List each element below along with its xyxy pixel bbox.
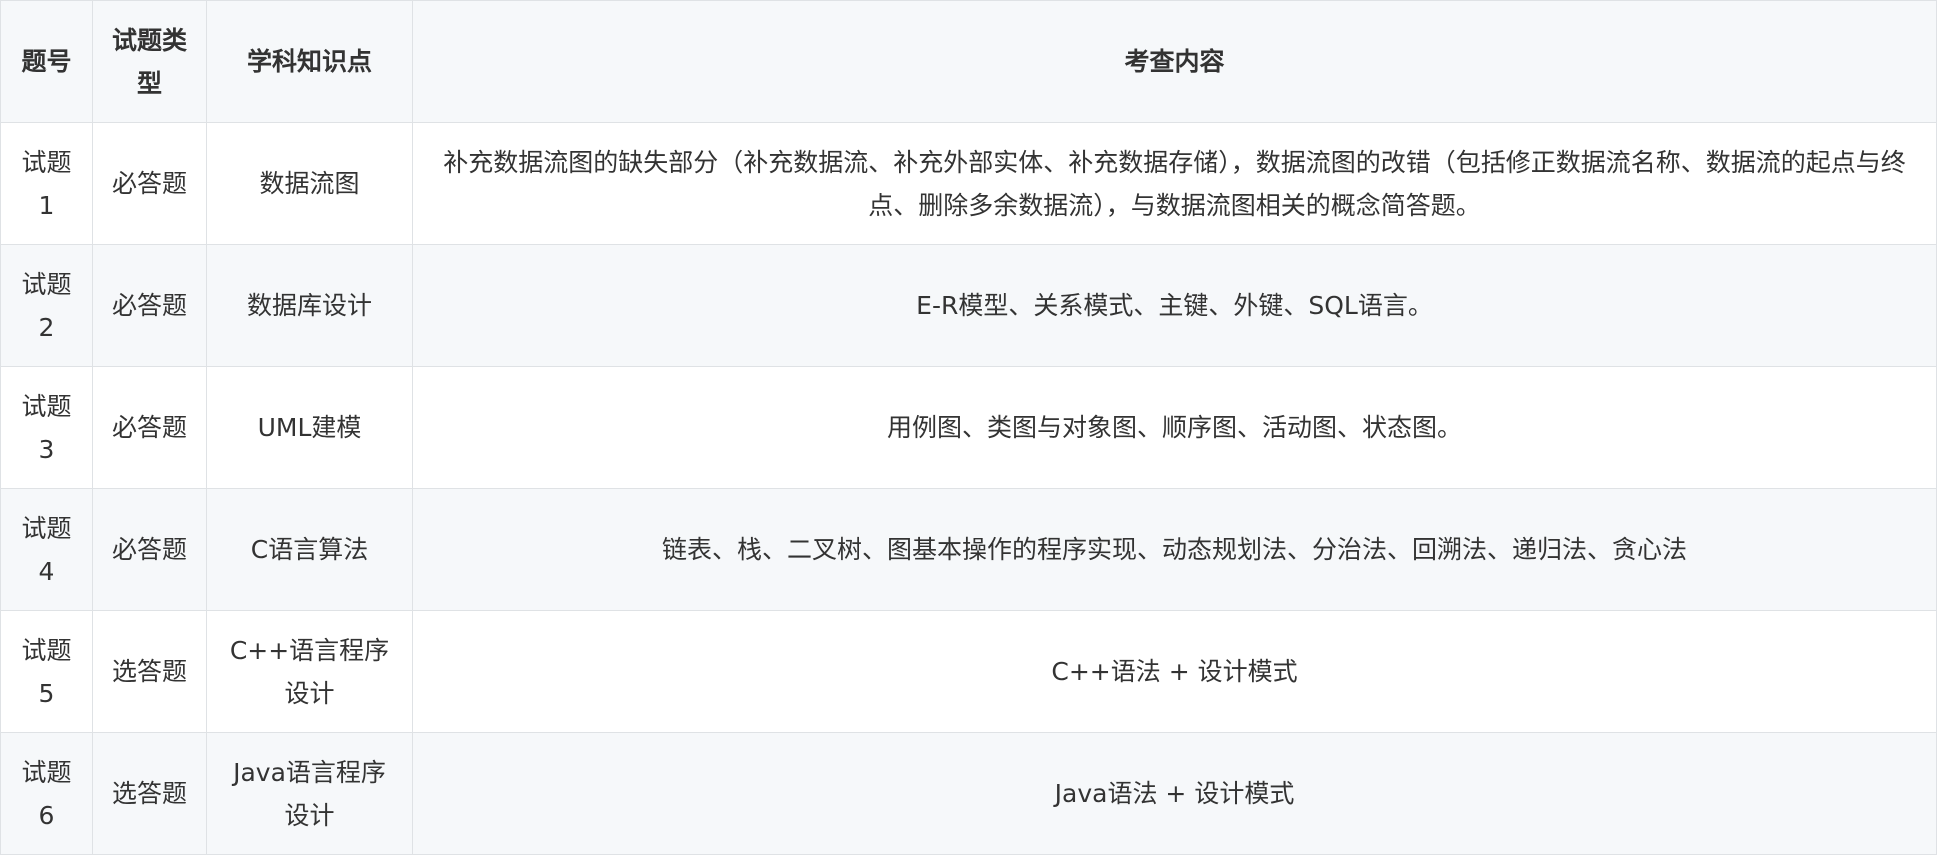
cell-knowledge-point: UML建模 xyxy=(206,366,413,489)
cell-question-type: 选答题 xyxy=(92,732,207,855)
page: 题号 试题类型 学科知识点 考查内容 试题1 必答题 数据流图 补充数据流图的缺… xyxy=(0,0,1938,858)
cell-exam-content: Java语法 + 设计模式 xyxy=(412,732,1937,855)
table-body: 试题1 必答题 数据流图 补充数据流图的缺失部分（补充数据流、补充外部实体、补充… xyxy=(0,122,1937,855)
cell-exam-content: 链表、栈、二叉树、图基本操作的程序实现、动态规划法、分治法、回溯法、递归法、贪心… xyxy=(412,488,1937,611)
header-knowledge-point: 学科知识点 xyxy=(206,0,413,123)
table-row: 试题2 必答题 数据库设计 E-R模型、关系模式、主键、外键、SQL语言。 xyxy=(0,244,1937,367)
cell-question-number: 试题3 xyxy=(0,366,93,489)
cell-question-type: 必答题 xyxy=(92,244,207,367)
header-question-number: 题号 xyxy=(0,0,93,123)
header-question-type: 试题类型 xyxy=(92,0,207,123)
cell-question-number: 试题5 xyxy=(0,610,93,733)
cell-knowledge-point: Java语言程序设计 xyxy=(206,732,413,855)
cell-knowledge-point: 数据流图 xyxy=(206,122,413,245)
cell-question-type: 必答题 xyxy=(92,488,207,611)
cell-exam-content: C++语法 + 设计模式 xyxy=(412,610,1937,733)
cell-exam-content: E-R模型、关系模式、主键、外键、SQL语言。 xyxy=(412,244,1937,367)
header-exam-content: 考查内容 xyxy=(412,0,1937,123)
header-row: 题号 试题类型 学科知识点 考查内容 xyxy=(0,0,1937,123)
cell-knowledge-point: C++语言程序设计 xyxy=(206,610,413,733)
table-header: 题号 试题类型 学科知识点 考查内容 xyxy=(0,0,1937,123)
table-row: 试题6 选答题 Java语言程序设计 Java语法 + 设计模式 xyxy=(0,732,1937,855)
cell-question-number: 试题4 xyxy=(0,488,93,611)
cell-exam-content: 用例图、类图与对象图、顺序图、活动图、状态图。 xyxy=(412,366,1937,489)
table-row: 试题4 必答题 C语言算法 链表、栈、二叉树、图基本操作的程序实现、动态规划法、… xyxy=(0,488,1937,611)
table-row: 试题1 必答题 数据流图 补充数据流图的缺失部分（补充数据流、补充外部实体、补充… xyxy=(0,122,1937,245)
cell-exam-content: 补充数据流图的缺失部分（补充数据流、补充外部实体、补充数据存储），数据流图的改错… xyxy=(412,122,1937,245)
cell-question-type: 选答题 xyxy=(92,610,207,733)
cell-question-type: 必答题 xyxy=(92,366,207,489)
exam-syllabus-table: 题号 试题类型 学科知识点 考查内容 试题1 必答题 数据流图 补充数据流图的缺… xyxy=(0,0,1937,855)
table-row: 试题3 必答题 UML建模 用例图、类图与对象图、顺序图、活动图、状态图。 xyxy=(0,366,1937,489)
cell-knowledge-point: 数据库设计 xyxy=(206,244,413,367)
cell-question-number: 试题6 xyxy=(0,732,93,855)
cell-question-number: 试题1 xyxy=(0,122,93,245)
cell-question-number: 试题2 xyxy=(0,244,93,367)
table-row: 试题5 选答题 C++语言程序设计 C++语法 + 设计模式 xyxy=(0,610,1937,733)
cell-question-type: 必答题 xyxy=(92,122,207,245)
cell-knowledge-point: C语言算法 xyxy=(206,488,413,611)
